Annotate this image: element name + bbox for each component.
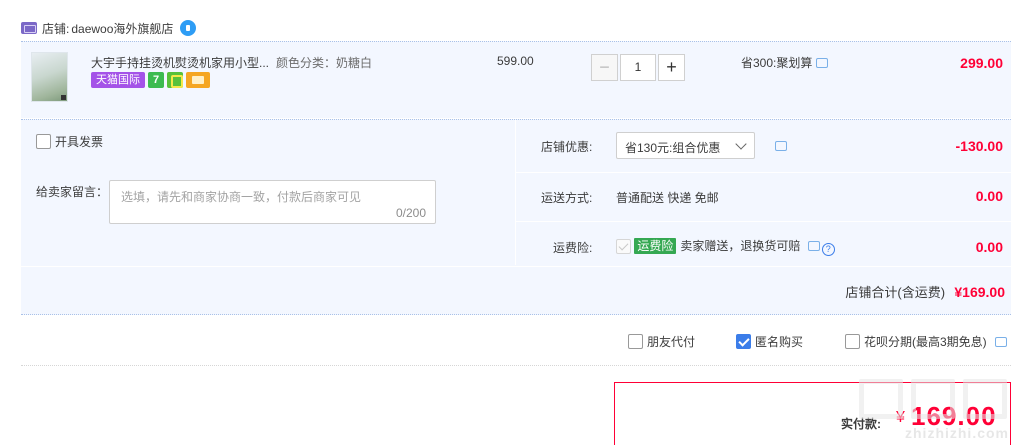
- message-placeholder: 选填，请先和商家协商一致，付款后商家可见: [121, 190, 362, 204]
- subtotal-amount: ¥169.00: [954, 284, 1005, 300]
- watermark-glyph: [859, 379, 903, 419]
- divider: [21, 266, 1011, 267]
- invoice-checkbox[interactable]: [36, 134, 51, 149]
- shipping-amount: 0.00: [975, 188, 1003, 204]
- seller-message-textarea[interactable]: 选填，请先和商家协商一致，付款后商家可见 0/200: [109, 180, 436, 224]
- anonymous-purchase-option[interactable]: 匿名购买: [736, 333, 803, 350]
- shipping-value: 普通配送 快递 免邮: [616, 191, 719, 205]
- huabei-checkbox[interactable]: [845, 334, 860, 349]
- discount-label: 店铺优惠:: [541, 140, 593, 154]
- quantity-decrement-button[interactable]: −: [591, 54, 618, 81]
- unit-price: 599.00: [497, 54, 534, 68]
- subtotal-label: 店铺合计(含运费): [845, 285, 946, 300]
- friend-pay-checkbox[interactable]: [628, 334, 643, 349]
- order-item-row: 大宇手持挂烫机熨烫机家用小型... 颜色分类：奶糖白 天猫国际 7 599.00…: [21, 41, 1011, 118]
- anonymous-label: 匿名购买: [755, 335, 804, 349]
- shop-subtotal: 店铺合计(含运费) ¥169.00: [845, 282, 1005, 301]
- insurance-badge: 运费险: [634, 238, 677, 254]
- divider: [516, 172, 1012, 173]
- watermark-glyph: [911, 379, 955, 419]
- insurance-value: 卖家赠送，退换货可赔: [680, 239, 801, 253]
- watermark-text: zhizhizhi.com: [905, 425, 1009, 441]
- guarantee-icon: [167, 72, 183, 88]
- quantity-stepper: − 1 +: [591, 54, 685, 81]
- seven-day-return-icon: 7: [148, 72, 164, 88]
- product-thumbnail[interactable]: [31, 52, 68, 102]
- message-label: 给卖家留言：: [36, 185, 109, 199]
- insurance-amount: 0.00: [975, 239, 1003, 255]
- quantity-increment-button[interactable]: +: [658, 54, 685, 81]
- product-badges: 天猫国际 7: [91, 72, 210, 88]
- shop-name-link[interactable]: daewoo海外旗舰店: [71, 20, 173, 37]
- promotion-text: 省300:聚划算: [741, 56, 813, 70]
- discount-chat-icon[interactable]: [775, 141, 787, 151]
- product-title-link[interactable]: 大宇手持挂烫机熨烫机家用小型...: [91, 54, 271, 71]
- huabei-label: 花呗分期(最高3期免息): [864, 335, 987, 349]
- shipping-label: 运送方式:: [541, 191, 593, 205]
- item-promotion: 省300:聚划算: [741, 54, 829, 71]
- shop-icon: [21, 22, 37, 34]
- insurance-label: 运费险:: [553, 241, 593, 255]
- help-icon[interactable]: ?: [821, 243, 835, 256]
- anonymous-checkbox[interactable]: [736, 334, 751, 349]
- huabei-chat-icon[interactable]: [994, 336, 1007, 347]
- insurance-option: 运费险 卖家赠送，退换货可赔 ?: [616, 237, 835, 256]
- discount-amount: -130.00: [955, 138, 1003, 154]
- promotion-chat-icon[interactable]: [816, 58, 829, 68]
- insurance-chat-icon[interactable]: [807, 241, 820, 251]
- insurance-checkbox: [616, 239, 631, 255]
- chevron-down-icon: [735, 138, 747, 150]
- divider: [21, 365, 1011, 366]
- options-left-panel: 开具发票 给卖家留言： 选填，请先和商家协商一致，付款后商家可见 0/200: [21, 120, 514, 265]
- product-sku: 颜色分类：奶糖白: [276, 56, 373, 70]
- options-right-panel: 店铺优惠: 省130元:组合优惠 -130.00 运送方式: 普通配送 快递 免…: [515, 120, 1012, 265]
- invoice-label: 开具发票: [55, 135, 104, 149]
- message-char-count: 0/200: [395, 206, 426, 220]
- watermark: zhizhizhi.com: [859, 379, 1009, 441]
- watermark-glyph: [963, 379, 1007, 419]
- friend-pay-label: 朋友代付: [647, 335, 696, 349]
- shop-label: 店铺:: [42, 21, 70, 36]
- huabei-option[interactable]: 花呗分期(最高3期免息): [845, 333, 1007, 350]
- tmall-global-badge: 天猫国际: [91, 72, 145, 88]
- discount-selected: 省130元:组合优惠: [625, 141, 721, 155]
- friend-pay-option[interactable]: 朋友代付: [628, 333, 695, 350]
- credit-card-icon: [186, 72, 210, 88]
- discount-select[interactable]: 省130元:组合优惠: [616, 132, 755, 159]
- item-total-price: 299.00: [960, 55, 1003, 71]
- wangwang-chat-icon[interactable]: [180, 20, 197, 36]
- shop-header: 店铺: daewoo海外旗舰店: [21, 17, 197, 39]
- invoice-option[interactable]: 开具发票: [36, 133, 103, 150]
- quantity-input[interactable]: 1: [620, 54, 656, 81]
- divider: [516, 221, 1012, 222]
- order-options: 开具发票 给卖家留言： 选填，请先和商家协商一致，付款后商家可见 0/200 店…: [21, 119, 1012, 315]
